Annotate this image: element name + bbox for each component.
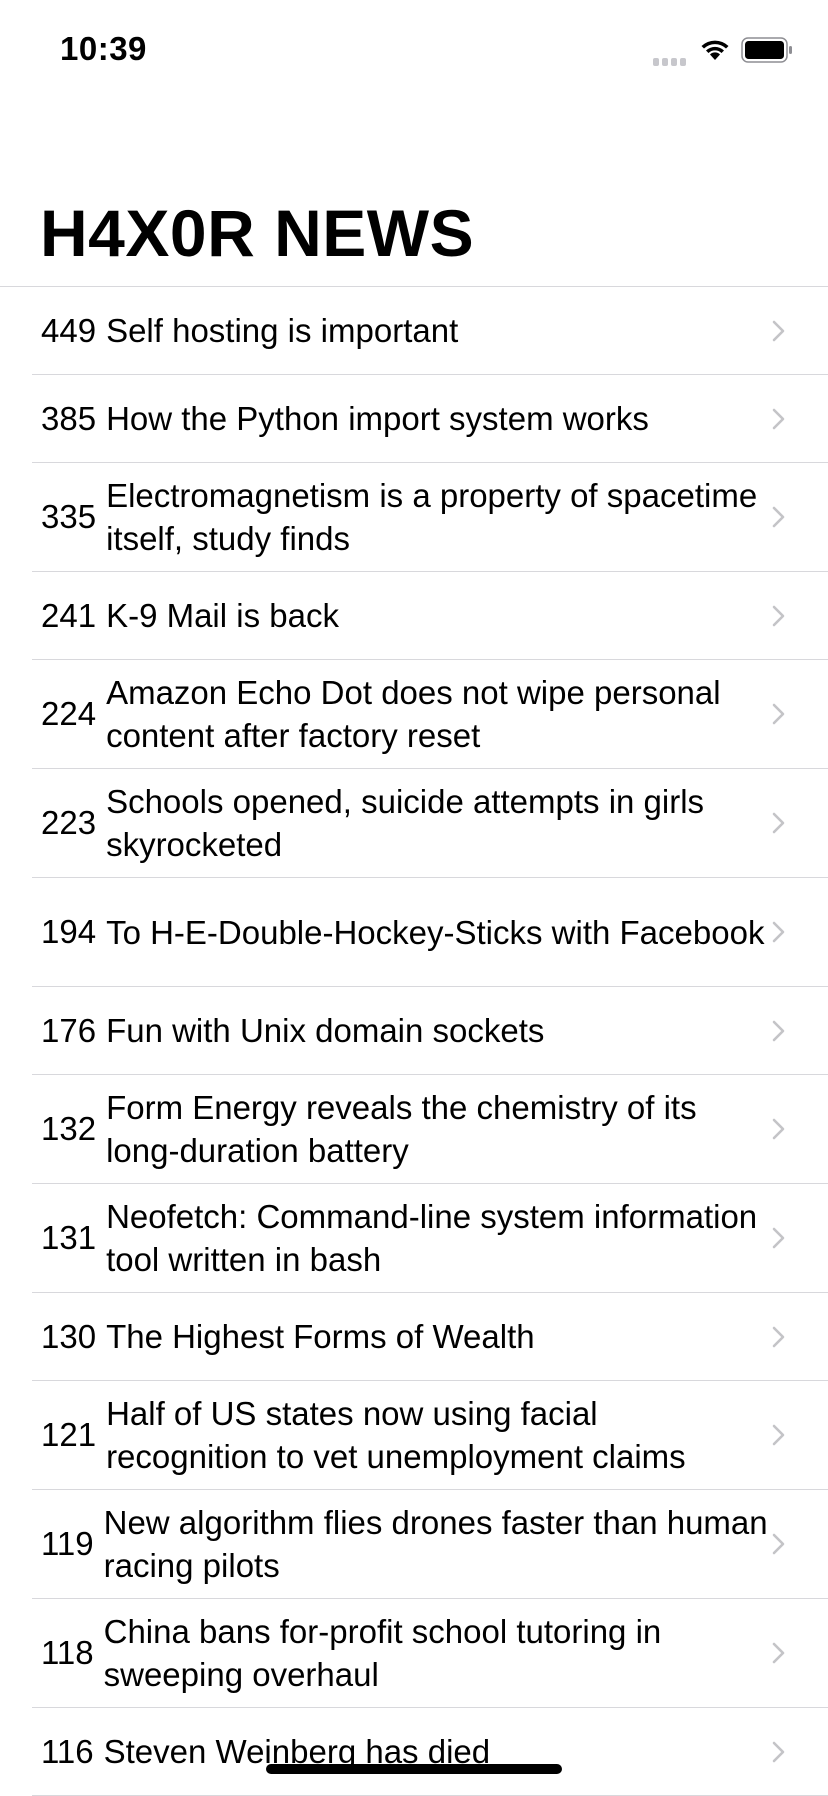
story-title: Fun with Unix domain sockets: [106, 1012, 545, 1049]
story-row[interactable]: 241 K-9 Mail is back: [32, 572, 828, 660]
chevron-right-icon: [772, 1741, 785, 1762]
story-title: China bans for-profit school tutoring in…: [103, 1613, 662, 1693]
story-row[interactable]: 121 Half of US states now using facial r…: [32, 1381, 828, 1490]
story-row[interactable]: 176 Fun with Unix domain sockets: [32, 987, 828, 1075]
story-title: Amazon Echo Dot does not wipe personal c…: [106, 674, 721, 754]
story-title: Electromagnetism is a property of spacet…: [106, 477, 758, 557]
story-row[interactable]: 119 New algorithm flies drones faster th…: [32, 1490, 828, 1599]
story-title: Schools opened, suicide attempts in girl…: [106, 783, 705, 863]
story-points: 241: [41, 596, 97, 634]
story-title: Half of US states now using facial recog…: [106, 1395, 686, 1475]
story-title: Form Energy reveals the chemistry of its…: [106, 1089, 697, 1169]
story-points: 176: [41, 1011, 97, 1049]
battery-icon: [741, 37, 792, 63]
story-row[interactable]: 194 To H-E-Double-Hockey-Sticks with Fac…: [32, 878, 828, 987]
story-points: 194: [41, 913, 97, 950]
chevron-right-icon: [772, 506, 785, 528]
story-row[interactable]: 116 Steven Weinberg has died: [32, 1708, 828, 1796]
chevron-right-icon: [772, 1326, 785, 1347]
story-points: 116: [41, 1732, 94, 1770]
chevron-right-icon: [772, 408, 785, 429]
chevron-right-icon: [772, 1642, 785, 1664]
story-row[interactable]: 224 Amazon Echo Dot does not wipe person…: [32, 660, 828, 769]
story-points: 385: [41, 399, 97, 437]
chevron-right-icon: [772, 1020, 785, 1041]
story-title: K-9 Mail is back: [106, 597, 339, 634]
story-points: 132: [41, 1110, 97, 1147]
chevron-right-icon: [772, 1118, 785, 1140]
signal-icon: [653, 53, 689, 66]
chevron-right-icon: [772, 1227, 785, 1249]
story-row[interactable]: 223 Schools opened, suicide attempts in …: [32, 769, 828, 878]
story-title: New algorithm flies drones faster than h…: [103, 1504, 768, 1584]
story-points: 130: [41, 1317, 97, 1355]
chevron-right-icon: [772, 703, 785, 725]
story-row[interactable]: 131 Neofetch: Command-line system inform…: [32, 1184, 828, 1293]
home-indicator[interactable]: [266, 1764, 562, 1774]
story-row[interactable]: 132 Form Energy reveals the chemistry of…: [32, 1075, 828, 1184]
story-points: 224: [41, 695, 97, 732]
story-title: How the Python import system works: [106, 400, 649, 437]
chevron-right-icon: [772, 1533, 785, 1555]
story-title: Neofetch: Command-line system informatio…: [106, 1198, 758, 1278]
story-points: 118: [41, 1634, 94, 1671]
story-title: Self hosting is important: [106, 312, 459, 349]
story-row[interactable]: 449 Self hosting is important: [32, 287, 828, 375]
story-row[interactable]: 130 The Highest Forms of Wealth: [32, 1293, 828, 1381]
story-list: 449 Self hosting is important 385 How th…: [0, 286, 828, 1796]
chevron-right-icon: [772, 320, 785, 341]
wifi-icon: [701, 40, 729, 60]
story-row[interactable]: 385 How the Python import system works: [32, 375, 828, 463]
story-title: The Highest Forms of Wealth: [106, 1318, 535, 1355]
story-row[interactable]: 335 Electromagnetism is a property of sp…: [32, 463, 828, 572]
story-title: To H-E-Double-Hockey-Sticks with Faceboo…: [106, 913, 765, 951]
chevron-right-icon: [772, 921, 785, 943]
story-points: 131: [41, 1219, 97, 1256]
chevron-right-icon: [772, 1424, 785, 1446]
story-points: 119: [41, 1525, 94, 1562]
story-points: 449: [41, 311, 97, 349]
story-points: 335: [41, 498, 97, 535]
status-bar: 10:39: [0, 0, 828, 100]
story-points: 121: [41, 1416, 97, 1453]
story-row[interactable]: 118 China bans for-profit school tutorin…: [32, 1599, 828, 1708]
page-title: H4X0R NEWS: [40, 196, 475, 270]
chevron-right-icon: [772, 812, 785, 834]
story-points: 223: [41, 804, 97, 841]
chevron-right-icon: [772, 605, 785, 626]
status-time: 10:39: [60, 30, 147, 67]
